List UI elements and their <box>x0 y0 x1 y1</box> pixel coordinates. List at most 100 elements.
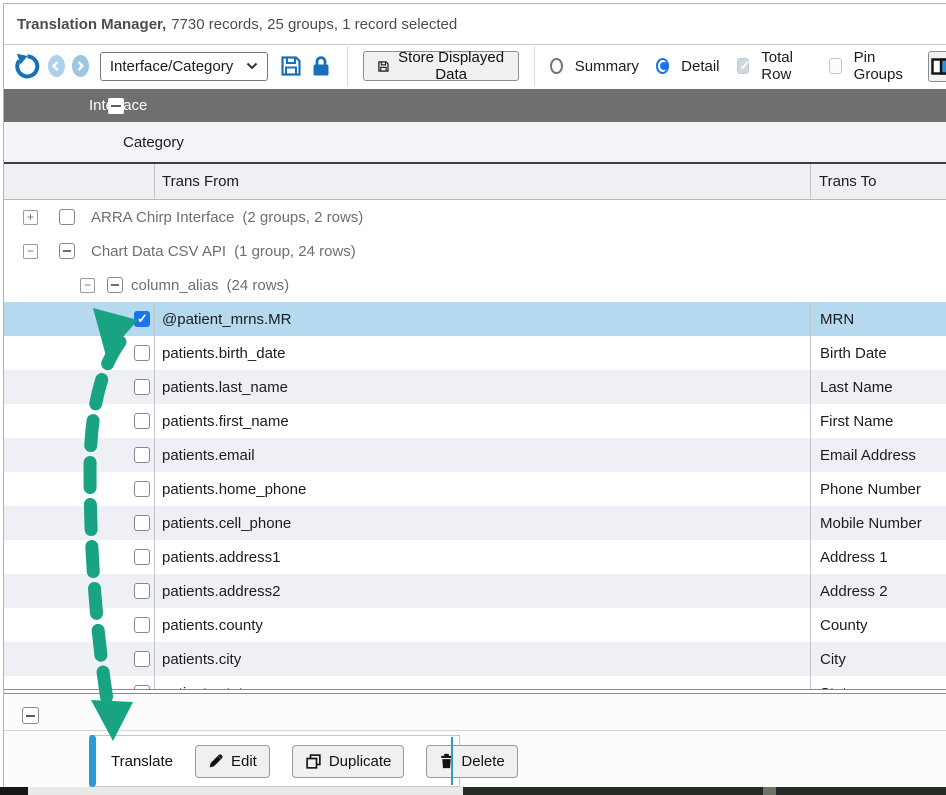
trans-to-column-header[interactable]: Trans To <box>819 173 877 190</box>
detail-radio-label: Detail <box>681 58 719 75</box>
trans-to-value: Address 2 <box>820 583 888 600</box>
grid-rows: +ARRA Chirp Interface(2 groups, 2 rows)−… <box>4 200 946 689</box>
trans-from-cell: patients.city <box>4 642 810 676</box>
group-label: ARRA Chirp Interface <box>91 209 234 226</box>
undo-icon[interactable] <box>14 53 41 80</box>
trans-to-value: Email Address <box>820 447 916 464</box>
trans-to-value: MRN <box>820 311 854 328</box>
summary-radio-label: Summary <box>575 58 639 75</box>
translate-action-panel: Translate Edit Duplicate <box>89 735 460 787</box>
table-row[interactable]: patients.email Email Address <box>4 438 946 472</box>
group-label: Chart Data CSV API <box>91 243 226 260</box>
save-layout-icon[interactable] <box>279 54 303 78</box>
nav-back-icon[interactable] <box>48 55 65 77</box>
table-row[interactable]: patients.cityCity <box>4 642 946 676</box>
trans-from-value: patients.last_name <box>162 379 288 396</box>
table-row[interactable]: @patient_mrns.MRMRN <box>4 302 946 336</box>
trans-from-value: patients.address1 <box>162 549 280 566</box>
group-checkbox[interactable] <box>107 277 123 293</box>
edit-button[interactable]: Edit <box>195 745 270 778</box>
trans-to-value: Phone Number <box>820 481 921 498</box>
trans-from-cell: patients.birth_date <box>4 336 810 370</box>
trans-from-column-header[interactable]: Trans From <box>162 173 239 190</box>
trans-from-cell: patients.state <box>4 676 810 689</box>
trans-to-cell: Birth Date <box>810 336 946 370</box>
trans-from-cell: patients.cell_phone <box>4 506 810 540</box>
trans-from-value: patients.city <box>162 651 241 668</box>
trans-to-value: Mobile Number <box>820 515 922 532</box>
columns-icon <box>931 58 946 75</box>
row-checkbox[interactable] <box>134 515 150 531</box>
category-group-header: Category <box>4 122 946 162</box>
collapse-icon[interactable]: − <box>80 278 95 293</box>
footer-collapse-icon[interactable] <box>22 707 39 724</box>
trans-from-value: patients.birth_date <box>162 345 285 362</box>
duplicate-button-label: Duplicate <box>329 753 392 770</box>
row-checkbox[interactable] <box>134 481 150 497</box>
delete-button-label: Delete <box>461 753 504 770</box>
row-checkbox[interactable] <box>134 311 150 327</box>
column-chooser-button[interactable] <box>928 51 946 82</box>
expand-icon[interactable]: + <box>23 210 38 225</box>
table-row[interactable]: patients.stateState <box>4 676 946 689</box>
lock-icon[interactable] <box>310 54 332 78</box>
table-row[interactable]: patients.home_phone Phone Number <box>4 472 946 506</box>
panel-accent-bar <box>89 735 96 787</box>
row-checkbox[interactable] <box>134 345 150 361</box>
view-mode-dropdown[interactable]: Interface/Category <box>100 52 268 81</box>
duplicate-button[interactable]: Duplicate <box>292 745 405 778</box>
table-row[interactable]: patients.county County <box>4 608 946 642</box>
group-row[interactable]: −column_alias(24 rows) <box>4 268 946 302</box>
row-checkbox[interactable] <box>134 413 150 429</box>
row-checkbox[interactable] <box>134 685 150 689</box>
row-checkbox[interactable] <box>134 447 150 463</box>
trans-to-cell: County <box>810 608 946 642</box>
group-count: (1 group, 24 rows) <box>234 243 356 260</box>
trans-to-value: County <box>820 617 868 634</box>
total-row-label: Total Row <box>761 49 812 83</box>
store-displayed-data-button[interactable]: Store Displayed Data <box>363 51 519 81</box>
trans-from-cell: patients.email <box>4 438 810 472</box>
detail-radio[interactable] <box>656 58 669 74</box>
collapse-icon[interactable]: − <box>23 244 38 259</box>
background-edge-strip <box>0 787 946 795</box>
panel-accent-line <box>451 737 453 785</box>
table-row[interactable]: patients.cell_phone Mobile Number <box>4 506 946 540</box>
title-bar: Translation Manager, 7730 records, 25 gr… <box>4 4 946 45</box>
row-checkbox[interactable] <box>134 549 150 565</box>
trans-from-value: patients.cell_phone <box>162 515 291 532</box>
row-checkbox[interactable] <box>134 379 150 395</box>
table-row[interactable]: patients.last_name Last Name <box>4 370 946 404</box>
nav-forward-icon[interactable] <box>72 55 89 77</box>
table-row[interactable]: patients.address1 Address 1 <box>4 540 946 574</box>
trans-to-cell: First Name <box>810 404 946 438</box>
trans-from-cell: patients.county <box>4 608 810 642</box>
collapse-all-icon[interactable] <box>108 98 124 114</box>
group-row[interactable]: +ARRA Chirp Interface(2 groups, 2 rows) <box>4 200 946 234</box>
row-checkbox[interactable] <box>134 583 150 599</box>
summary-radio[interactable] <box>550 58 563 74</box>
total-row-checkbox[interactable] <box>737 58 750 74</box>
delete-button[interactable]: Delete <box>426 745 517 778</box>
trans-to-value: Last Name <box>820 379 893 396</box>
row-checkbox[interactable] <box>134 617 150 633</box>
translate-label: Translate <box>111 753 173 770</box>
group-checkbox[interactable] <box>59 243 75 259</box>
trans-from-cell: patients.home_phone <box>4 472 810 506</box>
row-checkbox[interactable] <box>134 651 150 667</box>
trans-to-value: Address 1 <box>820 549 888 566</box>
trans-to-cell: Address 1 <box>810 540 946 574</box>
save-icon <box>377 58 390 75</box>
pin-groups-checkbox[interactable] <box>829 58 842 74</box>
table-row[interactable]: patients.first_name First Name <box>4 404 946 438</box>
group-checkbox[interactable] <box>59 209 75 225</box>
table-row[interactable]: patients.birth_date Birth Date <box>4 336 946 370</box>
edit-button-label: Edit <box>231 753 257 770</box>
table-row[interactable]: patients.address2Address 2 <box>4 574 946 608</box>
trans-to-cell: Email Address <box>810 438 946 472</box>
toolbar-separator <box>534 46 535 86</box>
trans-from-cell: patients.last_name <box>4 370 810 404</box>
group-row[interactable]: − Chart Data CSV API (1 group, 24 rows) <box>4 234 946 268</box>
group-label: column_alias <box>131 277 219 294</box>
trans-from-value: patients.first_name <box>162 413 289 430</box>
